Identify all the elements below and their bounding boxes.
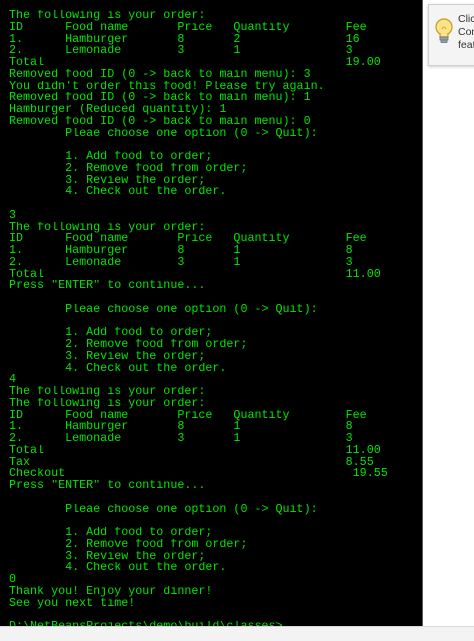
tip-popup[interactable]: Clic Con feat (428, 4, 474, 66)
console-line: 2. Lemonade 3 1 3 (9, 45, 353, 57)
console-line: The following is your order: (9, 397, 206, 410)
window-bottom-edge (0, 626, 474, 641)
console-line: 4. Check out the order. (9, 186, 227, 198)
console-line: Removed food ID (0 -> back to main menu)… (9, 92, 311, 104)
console-line: You didn't order this food! Please try a… (9, 80, 325, 93)
console-line: 4 (9, 374, 17, 386)
console-line: Removed food ID (0 -> back to main menu)… (9, 68, 311, 81)
console-line: 4. Check out the order. (9, 362, 227, 375)
console-line: Pleae choose one option (0 -> Quit): (9, 303, 318, 316)
console-line: 0 (9, 574, 17, 586)
console-line: Pleae choose one option (0 -> Quit): (9, 127, 318, 140)
console-line: 1. Hamburger 8 2 16 (9, 33, 360, 46)
console-line: Tax 8.55 (9, 456, 374, 469)
console-line: 1. Hamburger 8 1 8 (9, 245, 353, 257)
lightbulb-icon (435, 18, 453, 43)
console-line: 1. Hamburger 8 1 8 (9, 421, 353, 433)
console-window[interactable]: The following is your order: ID Food name… (0, 0, 423, 626)
console-line: Total 11.00 (9, 268, 381, 281)
tip-text-line: Clic (458, 13, 474, 25)
console-line: Hamburger (Reduced quantity): 1 (9, 104, 227, 116)
console-line: ID Food name Price Quantity Fee (9, 233, 367, 245)
console-line: Total 11.00 (9, 444, 381, 457)
console-line: 3 (9, 209, 17, 222)
console-line: 2. Remove food from order; (9, 162, 248, 175)
console-line: 2. Lemonade 3 1 3 (9, 433, 353, 445)
console-line: 3. Review the order; (9, 350, 206, 363)
console-line: Thank you! Enjoy your dinner! (9, 585, 213, 598)
tip-text-line: feat (458, 39, 474, 51)
tip-text-line: Con (458, 26, 474, 38)
console-line: 2. Remove food from order; (9, 538, 248, 551)
console-line: 4. Check out the order. (9, 562, 227, 574)
console-line: The following is your order: (9, 386, 206, 398)
console-line: Checkout 19.55 (9, 468, 388, 480)
tip-text: Clic Con feat (458, 13, 474, 52)
console-line: Total 19.00 (9, 57, 381, 69)
console-line: 1. Add food to order; (9, 527, 213, 539)
console-line: The following is your order: (9, 221, 206, 234)
console-line: 3. Review the order; (9, 174, 206, 187)
console-line: 2. Lemonade 3 1 3 (9, 256, 353, 269)
console-line: 2. Remove food from order; (9, 339, 248, 351)
console-line: ID Food name Price Quantity Fee (9, 409, 367, 422)
console-line: Removed food ID (0 -> back to main menu)… (9, 115, 311, 128)
console-line: Press "ENTER" to continue... (9, 480, 206, 492)
console-line: 1. Add food to order; (9, 151, 213, 163)
console-line: 3. Review the order; (9, 550, 206, 563)
console-line: ID Food name Price Quantity Fee (9, 21, 367, 34)
console-line: Pleae choose one option (0 -> Quit): (9, 503, 318, 516)
console-line: See you next time! (9, 597, 136, 610)
console-line: 1. Add food to order; (9, 327, 213, 339)
console-line: The following is your order: (9, 10, 206, 22)
console-line: Press "ENTER" to continue... (9, 280, 206, 292)
console-output: The following is your order: ID Food name… (9, 10, 388, 626)
